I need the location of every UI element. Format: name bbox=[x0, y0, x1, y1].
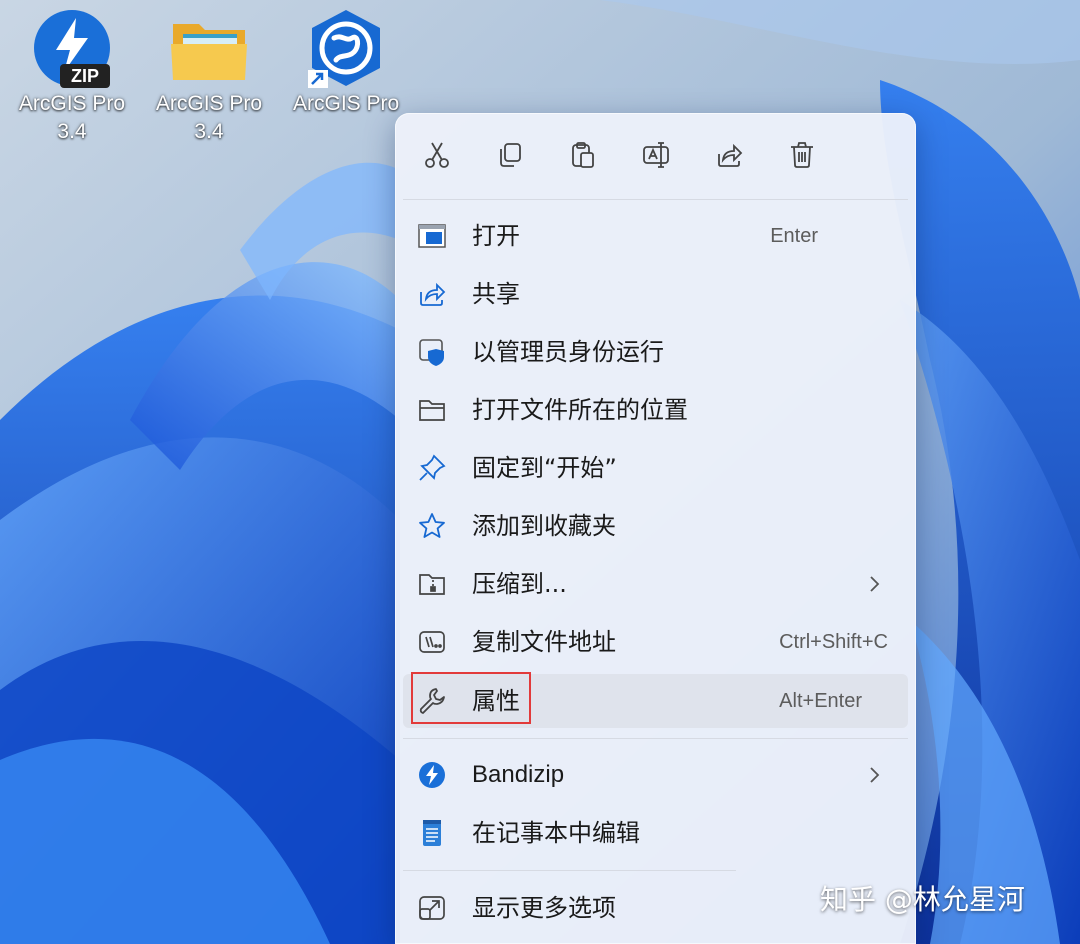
run-as-admin-shield-icon bbox=[419, 339, 444, 366]
menu-item-label: Bandizip bbox=[472, 761, 565, 788]
menu-item-shortcut: Ctrl+Shift+C bbox=[779, 631, 888, 653]
menu-item-bandizip[interactable]: Bandizip bbox=[403, 748, 908, 802]
paste-icon bbox=[572, 142, 594, 168]
chevron-right-icon bbox=[870, 767, 880, 783]
open-app-icon bbox=[418, 224, 446, 248]
bandizip-icon bbox=[419, 762, 445, 788]
cut-icon bbox=[425, 142, 449, 168]
context-menu: 打开 Enter 共享 以管理员身份运行 打开文件所在的位置 固定到“开始” 添… bbox=[395, 113, 916, 944]
menu-divider bbox=[403, 199, 908, 200]
copy-button[interactable] bbox=[490, 135, 530, 175]
context-menu-toolbar bbox=[395, 113, 916, 199]
menu-item-open-file-location[interactable]: 打开文件所在的位置 bbox=[403, 383, 908, 437]
menu-divider bbox=[403, 738, 908, 739]
menu-item-label: 固定到“开始” bbox=[472, 454, 617, 482]
menu-item-open[interactable]: 打开 Enter bbox=[403, 209, 908, 263]
menu-item-shortcut: Alt+Enter bbox=[779, 690, 862, 712]
rename-icon bbox=[643, 142, 669, 168]
menu-item-label: 添加到收藏夹 bbox=[472, 512, 616, 540]
zip-archive-icon: ZIP bbox=[32, 8, 112, 88]
menu-item-shortcut: Enter bbox=[770, 225, 818, 247]
menu-item-label: 复制文件地址 bbox=[472, 628, 616, 656]
delete-button[interactable] bbox=[782, 135, 822, 175]
show-more-options-icon bbox=[419, 896, 445, 920]
desktop-icon-zip-archive[interactable]: ZIP ArcGIS Pro 3.4 bbox=[12, 8, 132, 146]
menu-item-label: 共享 bbox=[472, 280, 520, 308]
folder-icon bbox=[169, 8, 249, 88]
notepad-icon bbox=[423, 820, 441, 846]
menu-item-add-to-favorites[interactable]: 添加到收藏夹 bbox=[403, 499, 908, 553]
menu-item-pin-to-start[interactable]: 固定到“开始” bbox=[403, 441, 908, 495]
zip-folder-icon bbox=[419, 574, 445, 595]
menu-item-label: 在记事本中编辑 bbox=[472, 819, 640, 847]
desktop-icon-label: ArcGIS Pro bbox=[293, 92, 400, 115]
star-icon bbox=[419, 513, 445, 538]
cut-button[interactable] bbox=[417, 135, 457, 175]
share-button[interactable] bbox=[709, 135, 749, 175]
menu-item-label: 打开文件所在的位置 bbox=[472, 396, 688, 424]
highlight-box bbox=[411, 672, 531, 724]
pin-icon bbox=[419, 454, 446, 481]
menu-item-label: 以管理员身份运行 bbox=[472, 338, 664, 366]
menu-item-label: 压缩到... bbox=[472, 570, 567, 598]
delete-icon bbox=[791, 142, 813, 168]
desktop-icon-label: ArcGIS Pro 3.4 bbox=[155, 92, 263, 143]
desktop-icon-label: ArcGIS Pro 3.4 bbox=[18, 92, 126, 143]
copy-icon bbox=[500, 143, 521, 167]
menu-item-run-as-admin[interactable]: 以管理员身份运行 bbox=[403, 325, 908, 379]
menu-item-compress-to[interactable]: 压缩到... bbox=[403, 557, 908, 611]
share-icon bbox=[420, 282, 446, 306]
watermark-text: 知乎 @林允星河 bbox=[820, 883, 1025, 916]
menu-item-label: 显示更多选项 bbox=[472, 894, 616, 922]
desktop-icon-app-shortcut[interactable]: ArcGIS Pro bbox=[286, 8, 406, 118]
paste-button[interactable] bbox=[563, 135, 603, 175]
menu-item-copy-file-path[interactable]: 复制文件地址 Ctrl+Shift+C bbox=[403, 615, 908, 669]
folder-icon bbox=[419, 400, 445, 421]
menu-item-share[interactable]: 共享 bbox=[403, 267, 908, 321]
menu-divider bbox=[403, 870, 736, 871]
zip-badge: ZIP bbox=[70, 66, 99, 86]
desktop-icon-folder[interactable]: ArcGIS Pro 3.4 bbox=[149, 8, 269, 146]
menu-item-edit-in-notepad[interactable]: 在记事本中编辑 bbox=[403, 806, 908, 860]
chevron-right-icon bbox=[870, 576, 880, 592]
rename-button[interactable] bbox=[636, 135, 676, 175]
share-icon bbox=[718, 143, 743, 167]
arcgis-pro-app-icon bbox=[306, 8, 386, 88]
menu-item-label: 打开 bbox=[472, 222, 520, 250]
copy-path-icon bbox=[419, 631, 445, 653]
